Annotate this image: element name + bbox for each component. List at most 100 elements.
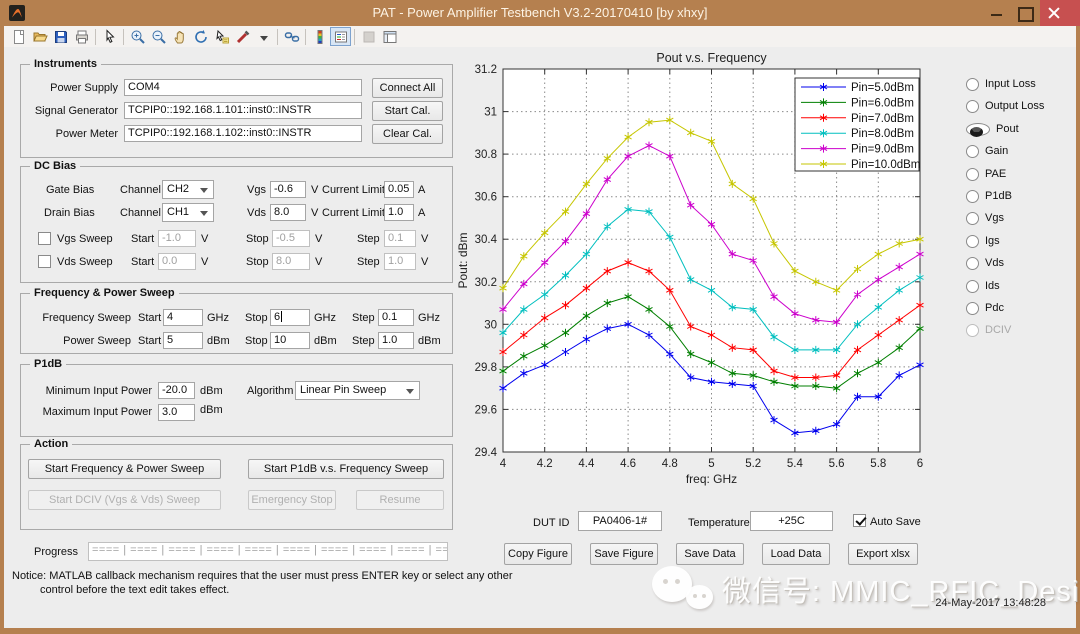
toolbar-show-plot-tools-button[interactable] [379, 27, 400, 46]
progress-field: ==== | ==== | ==== | ==== | ==== | ==== … [88, 542, 448, 561]
algorithm-select[interactable]: Linear Pin Sweep [295, 381, 420, 400]
freq-stop-input[interactable]: 6 [270, 309, 310, 326]
toolbar-rotate-3d-button[interactable] [190, 27, 211, 46]
zoom-in-icon [130, 29, 146, 45]
freq-stop-unit: GHz [314, 312, 336, 324]
svg-text:4: 4 [500, 458, 507, 470]
signal-generator-label: Signal Generator [24, 105, 118, 117]
freq-start-input[interactable]: 4 [163, 309, 203, 326]
radio-p1db[interactable]: P1dB [966, 188, 1012, 204]
gate-channel-select[interactable]: CH2 [162, 180, 214, 199]
toolbar-insert-colorbar-button[interactable] [309, 27, 330, 46]
vgs-input[interactable]: -0.6 [270, 181, 306, 198]
start-dciv-sweep-button: Start DCIV (Vgs & Vds) Sweep [28, 490, 221, 510]
panel-title: Instruments [30, 58, 101, 70]
vgs-sweep-start-input[interactable]: -1.0 [158, 230, 196, 247]
gate-ilim-input[interactable]: 0.05 [384, 181, 414, 198]
signal-generator-input[interactable]: TCPIP0::192.168.1.101::inst0::INSTR [124, 102, 362, 119]
start-cal-button[interactable]: Start Cal. [372, 101, 443, 121]
frequency-sweep-label: Frequency Sweep [35, 312, 131, 324]
vds-sweep-stop-input[interactable]: 8.0 [272, 253, 310, 270]
toolbar-hide-plot-tools-button[interactable] [358, 27, 379, 46]
power-stop-input[interactable]: 10 [270, 332, 310, 349]
radio-igs[interactable]: Igs [966, 233, 1000, 249]
toolbar-new-figure-button[interactable] [8, 27, 29, 46]
power-start-input[interactable]: 5 [163, 332, 203, 349]
dut-id-label: DUT ID [533, 517, 569, 529]
freq-step-input[interactable]: 0.1 [378, 309, 414, 326]
radio-ids[interactable]: Ids [966, 278, 1000, 294]
radio-label: Output Loss [985, 100, 1044, 112]
toolbar-brush-button[interactable] [232, 27, 253, 46]
minimize-button[interactable] [984, 0, 1010, 26]
notice-line2: control before the text edit takes effec… [40, 584, 229, 596]
toolbar-insert-legend-button[interactable] [330, 27, 351, 46]
gate-channel-label: Channel [120, 184, 161, 196]
vgs-sweep-stop-label: Stop [246, 233, 269, 245]
print-figure-icon [74, 29, 90, 45]
toolbar-separator [354, 29, 355, 45]
svg-text:4.8: 4.8 [662, 458, 678, 470]
connect-all-button[interactable]: Connect All [372, 78, 443, 98]
temperature-input[interactable]: +25C [750, 511, 833, 531]
radio-button-icon [966, 123, 990, 136]
close-button[interactable] [1040, 0, 1080, 26]
power-step-input[interactable]: 1.0 [378, 332, 414, 349]
toolbar-zoom-out-button[interactable] [148, 27, 169, 46]
vgs-sweep-step-label: Step [357, 233, 380, 245]
toolbar-open-file-button[interactable] [29, 27, 50, 46]
vds-sweep-start-input[interactable]: 0.0 [158, 253, 196, 270]
save-data-button[interactable]: Save Data [676, 543, 744, 565]
maximize-button[interactable] [1012, 0, 1038, 26]
temperature-label: Temperature [688, 517, 750, 529]
toolbar-pan-button[interactable] [169, 27, 190, 46]
toolbar-brush-dropdown-button[interactable] [253, 27, 274, 46]
vds-input[interactable]: 8.0 [270, 204, 306, 221]
drain-channel-select[interactable]: CH1 [162, 203, 214, 222]
start-freq-power-sweep-button[interactable]: Start Frequency & Power Sweep [28, 459, 221, 479]
toolbar-edit-plot-cursor-button[interactable] [99, 27, 120, 46]
vds-sweep-step-input[interactable]: 1.0 [384, 253, 416, 270]
load-data-button[interactable]: Load Data [762, 543, 830, 565]
clear-cal-button[interactable]: Clear Cal. [372, 124, 443, 144]
radio-input-loss[interactable]: Input Loss [966, 76, 1036, 92]
radio-button-icon [966, 100, 979, 113]
svg-text:5.2: 5.2 [745, 458, 761, 470]
vds-label: Vds [240, 207, 266, 219]
save-figure-button[interactable]: Save Figure [590, 543, 658, 565]
power-supply-input[interactable]: COM4 [124, 79, 362, 96]
radio-pae[interactable]: PAE [966, 166, 1006, 182]
svg-text:29.4: 29.4 [475, 447, 498, 459]
power-step-unit: dBm [418, 335, 441, 347]
vgs-sweep-stop-input[interactable]: -0.5 [272, 230, 310, 247]
radio-pout[interactable]: Pout [966, 121, 1019, 137]
min-input-power-input[interactable]: -20.0 [158, 382, 195, 399]
vds-sweep-checkbox[interactable] [38, 255, 51, 268]
svg-text:Pin=7.0dBm: Pin=7.0dBm [851, 113, 914, 125]
toolbar-data-cursor-button[interactable] [211, 27, 232, 46]
vgs-sweep-checkbox[interactable] [38, 232, 51, 245]
toolbar-save-figure-button[interactable] [50, 27, 71, 46]
auto-save-checkbox[interactable] [853, 514, 866, 527]
start-p1db-sweep-button[interactable]: Start P1dB v.s. Frequency Sweep [248, 459, 444, 479]
toolbar-link-plots-button[interactable] [281, 27, 302, 46]
toolbar-print-figure-button[interactable] [71, 27, 92, 46]
svg-text:5.4: 5.4 [787, 458, 804, 470]
link-plots-icon [284, 29, 300, 45]
dut-id-input[interactable]: PA0406-1# [578, 511, 662, 531]
export-xlsx-button[interactable]: Export xlsx [848, 543, 918, 565]
radio-gain[interactable]: Gain [966, 143, 1008, 159]
max-input-power-label: Maximum Input Power [42, 406, 152, 418]
radio-pdc[interactable]: Pdc [966, 300, 1004, 316]
svg-text:5.8: 5.8 [870, 458, 886, 470]
radio-vgs[interactable]: Vgs [966, 210, 1004, 226]
max-input-power-input[interactable]: 3.0 [158, 404, 195, 421]
toolbar-zoom-in-button[interactable] [127, 27, 148, 46]
radio-vds[interactable]: Vds [966, 255, 1004, 271]
radio-dciv: DCIV [966, 322, 1011, 338]
copy-figure-button[interactable]: Copy Figure [504, 543, 572, 565]
power-meter-input[interactable]: TCPIP0::192.168.1.102::inst0::INSTR [124, 125, 362, 142]
vgs-sweep-step-input[interactable]: 0.1 [384, 230, 416, 247]
radio-output-loss[interactable]: Output Loss [966, 98, 1044, 114]
drain-ilim-input[interactable]: 1.0 [384, 204, 414, 221]
